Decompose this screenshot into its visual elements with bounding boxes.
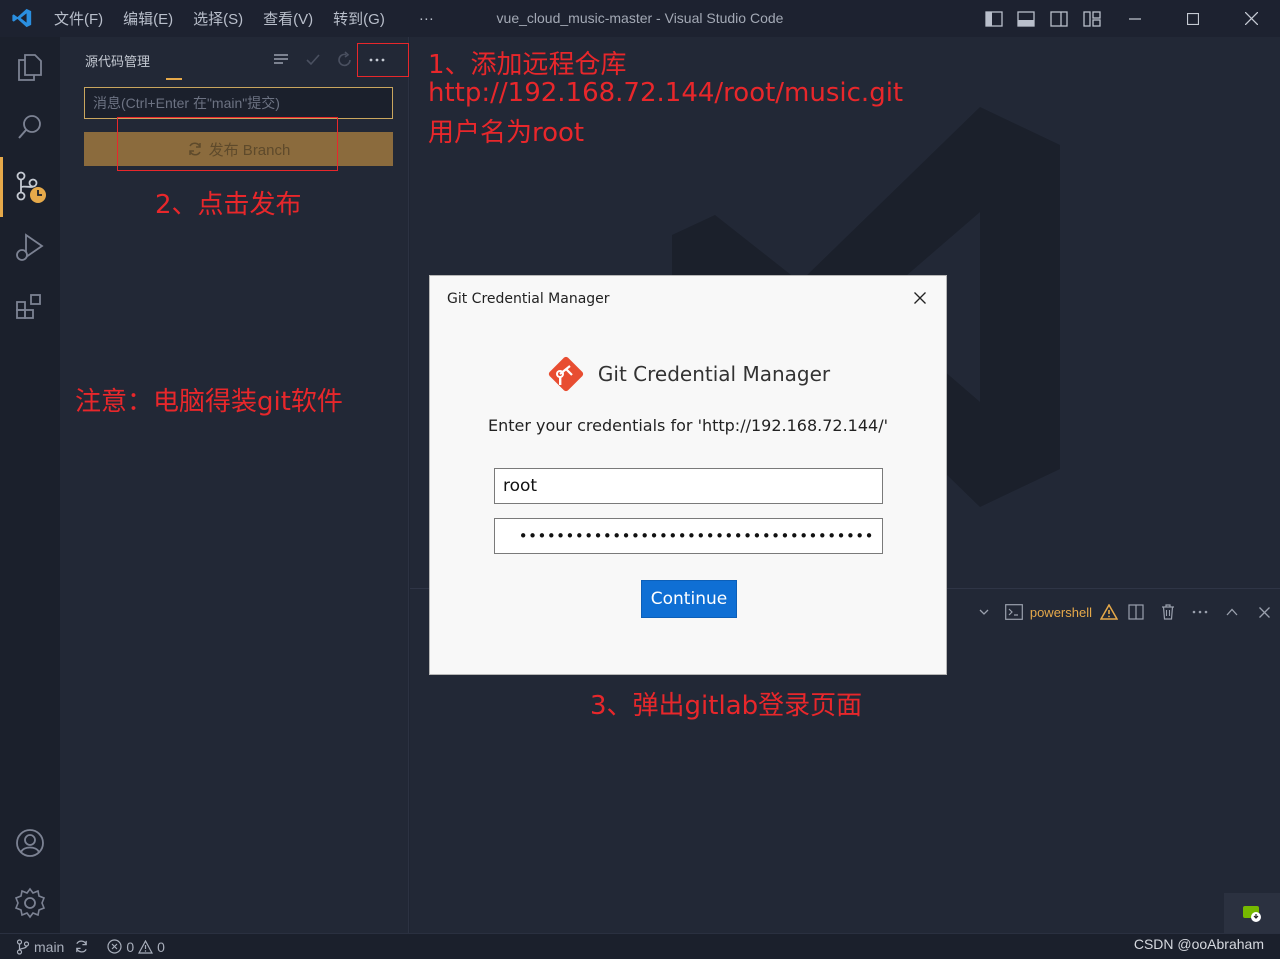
toggle-secondary-sidebar-icon[interactable] [1043, 0, 1075, 37]
annotation-box-more-actions [357, 43, 409, 77]
trash-icon[interactable] [1152, 599, 1184, 625]
warning-status-icon [138, 939, 154, 954]
view-as-tree-icon[interactable] [270, 49, 292, 71]
vscode-logo-icon [12, 8, 32, 28]
annotation-step1-line1: 1、添加远程仓库 [428, 50, 627, 80]
refresh-icon[interactable] [334, 49, 356, 71]
error-icon [107, 939, 122, 954]
close-panel-icon[interactable] [1248, 599, 1280, 625]
tray-app-icon[interactable] [1224, 893, 1280, 933]
csdn-watermark: CSDN @ooAbraham [1133, 936, 1264, 952]
dialog-prompt: Enter your credentials for 'http://192.1… [487, 416, 888, 435]
menu-edit[interactable]: 编辑(E) [123, 8, 173, 29]
minimize-button[interactable] [1106, 0, 1164, 37]
annotation-note: 注意：电脑得装git软件 [75, 387, 343, 417]
toggle-primary-sidebar-icon[interactable] [978, 0, 1010, 37]
chevron-up-icon[interactable] [1216, 599, 1248, 625]
customize-layout-icon[interactable] [1076, 0, 1108, 37]
search-icon[interactable] [0, 97, 60, 157]
git-branch-icon [16, 938, 30, 955]
sidebar-tab-indicator [166, 78, 182, 80]
account-icon[interactable] [0, 813, 60, 873]
chevron-down-icon[interactable] [974, 599, 994, 625]
toggle-panel-icon[interactable] [1010, 0, 1042, 37]
sidebar-title: 源代码管理 [85, 54, 151, 69]
explorer-icon[interactable] [0, 37, 60, 97]
commit-check-icon[interactable] [302, 49, 324, 71]
menu-file[interactable]: 文件(F) [54, 8, 103, 29]
annotation-step2: 2、点击发布 [155, 190, 302, 220]
close-window-button[interactable] [1222, 0, 1280, 37]
username-field[interactable]: root [494, 468, 883, 504]
settings-gear-icon[interactable] [0, 873, 60, 933]
source-control-icon[interactable] [0, 157, 60, 217]
annotation-step1-line3: 用户名为root [428, 118, 585, 148]
sync-status[interactable] [74, 939, 89, 954]
terminal-shell-label[interactable]: powershell [1030, 605, 1092, 620]
menu-go[interactable]: 转到(G) [333, 8, 385, 29]
dialog-title: Git Credential Manager [447, 291, 610, 307]
dialog-close-button[interactable] [908, 286, 932, 310]
terminal-icon [1002, 599, 1026, 625]
menu-bar: 文件(F) 编辑(E) 选择(S) 查看(V) 转到(G) ··· [54, 0, 454, 37]
sync-status-icon [76, 940, 88, 953]
dialog-header: Git Credential Manager [430, 354, 946, 394]
run-debug-icon[interactable] [0, 217, 60, 277]
commit-message-input[interactable]: 消息(Ctrl+Enter 在"main"提交) [84, 87, 393, 119]
menu-more[interactable]: ··· [419, 10, 434, 27]
extensions-icon[interactable] [0, 277, 60, 337]
warning-icon [1098, 599, 1120, 625]
warning-count: 0 [157, 938, 165, 955]
source-control-sidebar: 源代码管理 消息(Ctrl+Enter 在"main"提交) 发布 Branch [60, 37, 409, 933]
split-terminal-icon[interactable] [1120, 599, 1152, 625]
dialog-header-text: Git Credential Manager [597, 362, 831, 386]
panel-toolbar: powershell [974, 599, 1280, 625]
password-field[interactable]: •••••••••••••••••••••••••••••••••••••• [494, 518, 883, 554]
annotation-step1-line2: http://192.168.72.144/root/music.git [428, 78, 904, 108]
menu-view[interactable]: 查看(V) [263, 8, 313, 29]
git-logo-icon [548, 356, 584, 392]
status-bar: main 0 0 CSDN @ooAbraham [0, 933, 1280, 959]
problems-status[interactable]: 0 0 [107, 939, 165, 955]
menu-selection[interactable]: 选择(S) [193, 8, 243, 29]
title-bar: 文件(F) 编辑(E) 选择(S) 查看(V) 转到(G) ··· vue_cl… [0, 0, 1280, 37]
activity-bar [0, 37, 60, 933]
more-panel-actions-icon[interactable] [1184, 599, 1216, 625]
continue-button[interactable]: Continue [641, 580, 737, 618]
branch-name: main [34, 938, 65, 955]
annotation-step3: 3、弹出gitlab登录页面 [590, 691, 863, 721]
annotation-box-publish [117, 117, 338, 171]
close-icon [914, 292, 926, 304]
maximize-button[interactable] [1164, 0, 1222, 37]
credential-dialog: Git Credential Manager Git Credential Ma… [429, 275, 947, 675]
branch-status[interactable]: main [16, 939, 64, 955]
error-count: 0 [126, 938, 135, 955]
